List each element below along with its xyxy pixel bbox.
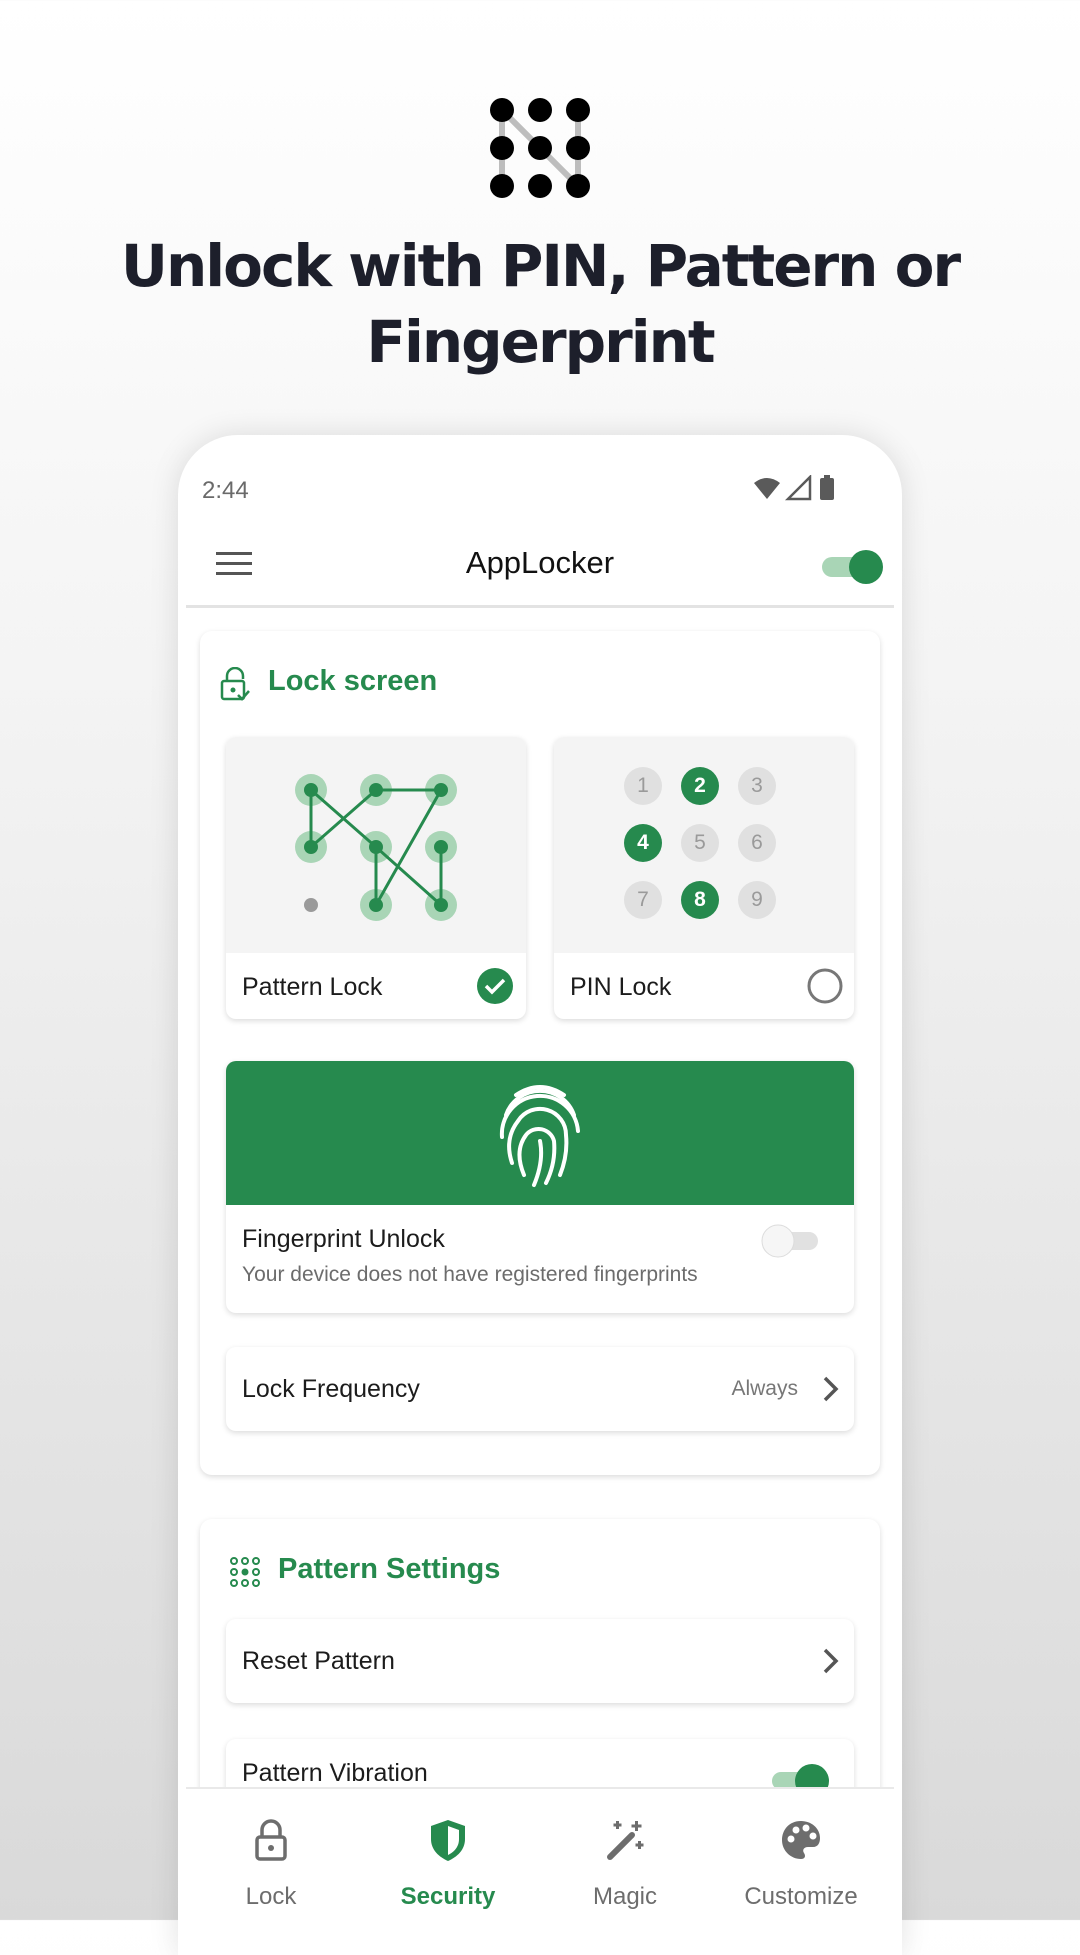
lock-frequency-label: Lock Frequency [242,1375,420,1403]
pin-digit: 4 [624,824,662,862]
pin-digit: 6 [738,824,776,862]
check-selected-icon[interactable] [476,967,514,1005]
promo-headline: Unlock with PIN, Pattern or Fingerprint [0,228,1080,380]
lock-screen-section: Lock screen Pattern Lock 1 2 3 4 5 6 7 8… [200,631,880,1475]
chevron-right-icon [823,1648,839,1674]
pattern-preview [226,737,526,953]
pattern-grid-icon [490,98,590,198]
nav-security-label: Security [400,1883,496,1910]
nav-customize-label: Customize [744,1883,858,1910]
headline-line-2: Fingerprint [366,308,715,376]
pin-digit: 3 [738,767,776,805]
pattern-vibration-label: Pattern Vibration [242,1759,428,1787]
nav-lock-label: Lock [245,1883,297,1910]
pin-digit: 2 [681,767,719,805]
master-toggle[interactable] [820,549,886,585]
pin-grid: 123 456 789 [624,767,784,927]
pin-digit: 1 [624,767,662,805]
signal-icon [784,475,812,501]
status-time: 2:44 [202,477,249,504]
pin-preview: 123 456 789 [554,737,854,953]
bottom-navigation: Lock Security Magic Customize [186,1787,894,1955]
reset-pattern-label: Reset Pattern [242,1647,395,1675]
wifi-icon [754,478,780,499]
shield-icon [431,1820,465,1861]
lock-frequency-value: Always [731,1377,798,1400]
pin-lock-label: PIN Lock [570,973,672,1001]
fingerprint-icon [499,1085,580,1187]
chevron-right-icon [823,1376,839,1402]
fingerprint-title: Fingerprint Unlock [242,1225,445,1253]
pattern-preview-graphic [295,774,457,921]
fingerprint-subtitle: Your device does not have registered fin… [242,1263,698,1286]
lock-screen-icon [220,667,250,701]
pin-digit: 7 [624,881,662,919]
pin-digit: 8 [681,881,719,919]
status-icons [754,475,834,501]
fingerprint-card: Fingerprint Unlock Your device does not … [226,1061,854,1313]
magic-wand-icon [607,1821,644,1860]
headline-line-1: Unlock with PIN, Pattern or [120,232,961,300]
pin-lock-option[interactable]: 123 456 789 PIN Lock [554,737,854,1019]
app-title: AppLocker [465,545,615,580]
pin-digit: 5 [681,824,719,862]
fingerprint-toggle[interactable] [760,1223,822,1259]
pattern-settings-icon [230,1557,260,1587]
nav-magic-label: Magic [592,1883,658,1910]
pin-digit: 9 [738,881,776,919]
nav-lock[interactable]: Lock [186,1789,356,1955]
radio-unselected-icon[interactable] [806,967,844,1005]
lock-icon [255,1819,287,1861]
nav-customize[interactable]: Customize [716,1789,886,1955]
pattern-settings-title: Pattern Settings [278,1553,501,1585]
nav-security[interactable]: Security [363,1789,533,1955]
phone-mockup: 2:44 AppLocker Lock screen Pattern Lock … [178,435,902,1955]
nav-magic[interactable]: Magic [540,1789,710,1955]
palette-icon [782,1821,820,1859]
app-bar: AppLocker [186,525,894,608]
battery-icon [820,478,834,500]
lock-screen-title: Lock screen [268,665,438,697]
pattern-lock-option[interactable]: Pattern Lock [226,737,526,1019]
reset-pattern-row[interactable]: Reset Pattern [226,1619,854,1703]
pattern-lock-label: Pattern Lock [242,973,383,1001]
lock-frequency-row[interactable]: Lock Frequency Always [226,1347,854,1431]
fingerprint-banner [226,1061,854,1205]
